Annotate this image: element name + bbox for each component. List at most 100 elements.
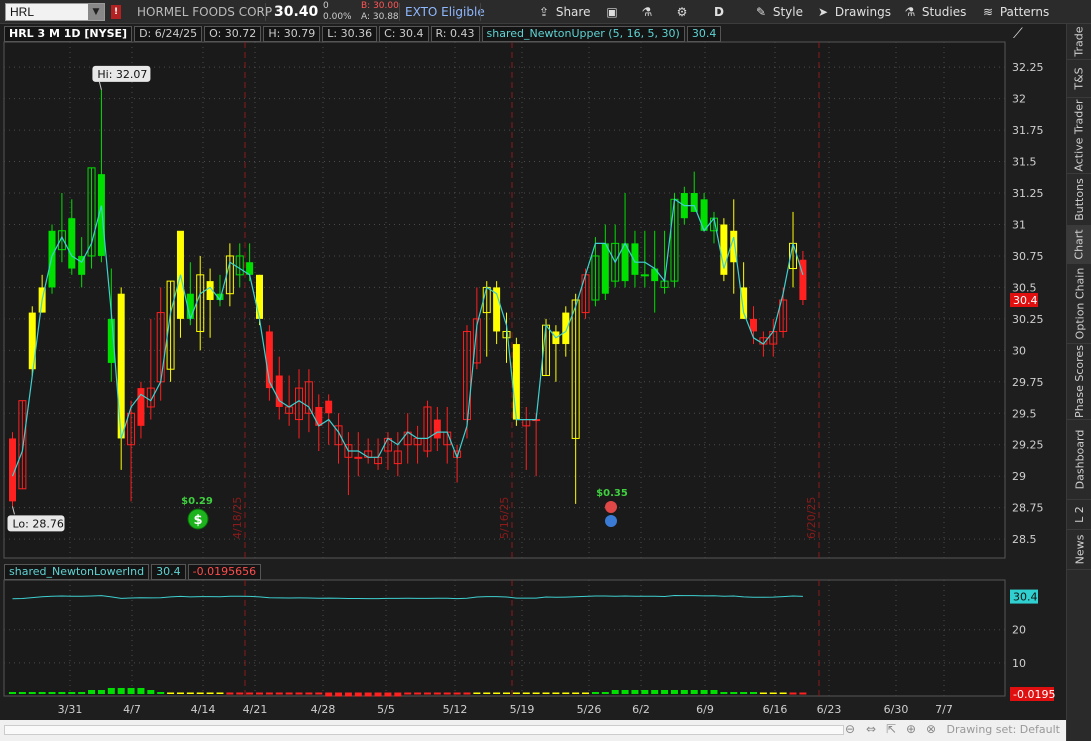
side-tab-option-chain[interactable]: Option Chain <box>1067 264 1091 344</box>
candle-body <box>562 312 570 345</box>
share-button[interactable]: ⇪ Share <box>536 0 591 24</box>
candle-body <box>354 456 363 459</box>
fit-icon[interactable]: ⊗ <box>926 722 936 736</box>
side-tab-active-trader[interactable]: Active Trader <box>1067 98 1091 174</box>
histogram-bar <box>196 692 204 694</box>
lower-axis-label: 10 <box>1012 657 1026 670</box>
histogram-bar <box>641 690 649 694</box>
time-axis-label: 4/28 <box>311 703 336 716</box>
price-axis-label: 29.75 <box>1012 376 1044 389</box>
side-tab-phase-scores[interactable]: Phase Scores <box>1067 344 1091 420</box>
histogram-bar <box>335 692 343 697</box>
symbol-selector[interactable]: HRL ▼ <box>5 3 105 21</box>
candle-body <box>651 268 659 282</box>
expand-icon[interactable]: ⇱ <box>886 722 896 736</box>
patterns-button[interactable]: ≋ Patterns <box>980 0 1049 24</box>
histogram-bar <box>611 690 619 694</box>
screenshot-button[interactable]: ▣ <box>604 0 620 24</box>
symbol-input[interactable]: HRL <box>10 5 34 19</box>
divider <box>399 3 400 21</box>
upper-study-label[interactable]: shared_NewtonUpper (5, 16, 5, 30) <box>481 26 685 42</box>
chevron-down-icon[interactable]: ▼ <box>88 4 104 20</box>
info-icon <box>605 515 617 527</box>
header-range: R: 0.43 <box>430 26 480 42</box>
side-tab-trade[interactable]: Trade <box>1067 24 1091 60</box>
histogram-bar <box>730 692 738 694</box>
alert-flag-icon[interactable]: ! <box>111 5 121 19</box>
flask-button[interactable]: ⚗ <box>639 0 655 24</box>
candle-body <box>601 243 609 294</box>
histogram-bar <box>779 692 787 694</box>
exto-eligible-link[interactable]: EXTO Eligible <box>405 0 485 24</box>
histogram-bar <box>423 692 431 695</box>
drawings-button[interactable]: ➤ Drawings <box>815 0 891 24</box>
histogram-bar <box>226 692 234 695</box>
aggregation-button[interactable]: D <box>714 0 724 24</box>
drawing-set-label[interactable]: Drawing set: Default <box>947 723 1060 736</box>
lower-study-delta: -0.0195656 <box>187 564 262 580</box>
histogram-bar <box>246 692 254 695</box>
lower-study-label[interactable]: shared_NewtonLowerInd <box>4 564 150 580</box>
zoom-in-icon[interactable]: ⊕ <box>906 722 916 736</box>
side-tab-chart[interactable]: Chart <box>1067 226 1091 264</box>
price-axis-label: 31.75 <box>1012 124 1044 137</box>
side-tab-label: Option Chain <box>1073 267 1087 340</box>
histogram-bar <box>354 692 362 697</box>
histogram-bar <box>28 692 36 694</box>
zoom-out-icon[interactable]: ⊖ <box>845 722 855 736</box>
pan-icon[interactable]: ⇔ <box>866 722 876 736</box>
candle-body <box>631 243 639 275</box>
histogram-bar <box>503 692 510 694</box>
side-tab-l-2[interactable]: L 2 <box>1067 500 1091 530</box>
chart-header: HRL 3 M 1D [NYSE] D: 6/24/25 O: 30.72 H:… <box>4 26 723 42</box>
histogram-bar <box>88 690 96 694</box>
chart-symbol-label[interactable]: HRL 3 M 1D [NYSE] <box>4 26 133 42</box>
histogram-bar <box>700 690 708 694</box>
divider <box>265 3 266 21</box>
side-tab-label: Chart <box>1073 229 1087 260</box>
chart-area[interactable]: 28.5 28.75 29 29.25 29.5 29.75 30 30.25 30.5 30.7… <box>0 24 1066 741</box>
histogram-bar <box>394 692 402 697</box>
histogram-bar <box>18 692 26 694</box>
time-axis-label: 6/16 <box>763 703 788 716</box>
time-axis-label: 5/12 <box>443 703 468 716</box>
histogram-bar <box>631 690 639 694</box>
histogram-bar <box>414 692 422 695</box>
settings-button[interactable]: ⚙ <box>674 0 690 24</box>
horizontal-scrollbar[interactable] <box>4 725 844 735</box>
side-tab-t-s[interactable]: T&S <box>1067 60 1091 98</box>
header-close: C: 30.4 <box>379 26 429 42</box>
histogram-bar <box>344 692 352 697</box>
share-icon: ⇪ <box>538 5 550 19</box>
dividend-icon-glyph: $ <box>193 513 202 528</box>
histogram-bar <box>117 688 125 694</box>
net-change: 0 <box>323 1 329 11</box>
histogram-bar <box>710 690 718 694</box>
time-axis-label: 4/21 <box>243 703 268 716</box>
side-tab-label: Buttons <box>1073 178 1087 221</box>
price-chart-svg[interactable]: 28.5 28.75 29 29.25 29.5 29.75 30 30.25 30.5 30.7… <box>0 24 1066 720</box>
histogram-bar <box>295 692 303 695</box>
histogram-bar <box>690 690 698 694</box>
price-axis-label: 31.25 <box>1012 187 1044 200</box>
histogram-bar <box>374 692 382 697</box>
price-axis-label: 29.25 <box>1012 439 1044 452</box>
time-axis-label: 5/19 <box>510 703 535 716</box>
lower-value-tag-label: 30.4 <box>1013 591 1038 604</box>
time-axis-label: 6/9 <box>696 703 714 716</box>
header-low: L: 30.36 <box>322 26 378 42</box>
histogram-bar <box>512 692 520 694</box>
histogram-bar <box>582 692 590 694</box>
price-axis-label: 28.5 <box>1012 533 1037 546</box>
studies-button[interactable]: ⚗ Studies <box>902 0 967 24</box>
side-tab-news[interactable]: News <box>1067 530 1091 570</box>
histogram-bar <box>572 692 580 694</box>
histogram-bar <box>176 692 184 694</box>
side-tab-buttons[interactable]: Buttons <box>1067 174 1091 226</box>
candle-body <box>512 344 520 420</box>
side-tab-dashboard[interactable]: Dashboard <box>1067 420 1091 500</box>
style-button[interactable]: ✎ Style <box>753 0 803 24</box>
histogram-bar <box>552 692 560 694</box>
bottom-bar: ⊖ ⇔ ⇱ ⊕ ⊗ Drawing set: Default <box>0 720 1066 741</box>
side-tab-label: Trade <box>1073 26 1086 57</box>
